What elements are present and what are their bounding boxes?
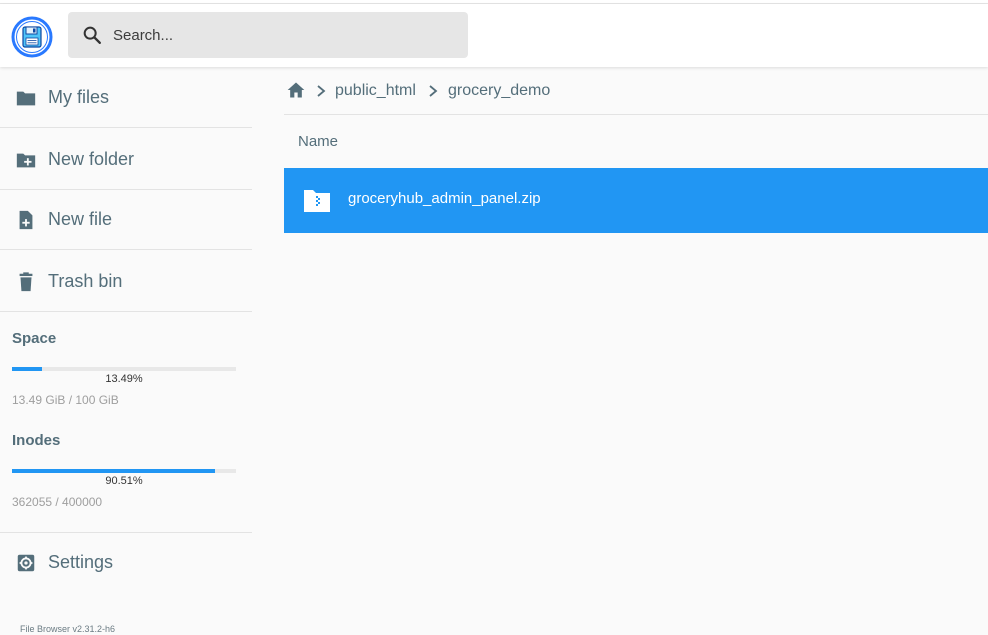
sidebar-item-label: Trash bin (48, 271, 123, 291)
search-icon (83, 26, 101, 44)
file-plus-icon (19, 210, 33, 230)
sidebar-item-label: My files (48, 87, 110, 107)
folder-plus-icon (16, 153, 36, 168)
breadcrumb-item-public-html[interactable]: public_html (335, 82, 416, 100)
version-label: File Browser v2.31.2-h6 (20, 624, 116, 634)
gear-icon (17, 554, 35, 572)
inodes-quota: Inodes 90.51% 362055 / 400000 (12, 432, 236, 509)
sidebar-item-trash-bin[interactable]: Trash bin (0, 252, 252, 312)
file-row-selected[interactable]: groceryhub_admin_panel.zip (284, 168, 988, 233)
chevron-right-icon (317, 85, 326, 97)
space-title: Space (12, 330, 57, 347)
space-progress-bar (12, 367, 236, 371)
sidebar-item-new-folder[interactable]: New folder (0, 130, 252, 190)
search-box[interactable] (68, 12, 468, 58)
space-usage: 13.49 GiB / 100 GiB (12, 393, 119, 407)
home-icon[interactable] (286, 80, 306, 100)
header-bar (0, 4, 988, 67)
chevron-right-icon (429, 85, 438, 97)
file-browser-logo-icon[interactable] (11, 16, 53, 58)
space-percent: 13.49% (105, 373, 143, 385)
sidebar: My files New folder New file Trash bin S… (0, 68, 252, 635)
breadcrumb: public_html grocery_demo (284, 68, 988, 115)
zip-folder-icon (304, 190, 330, 212)
sidebar-item-settings[interactable]: Settings (0, 533, 252, 593)
sidebar-item-label: New file (48, 209, 113, 229)
sidebar-item-label: New folder (48, 149, 135, 169)
inodes-progress-bar (12, 469, 236, 473)
breadcrumb-item-grocery-demo[interactable]: grocery_demo (448, 82, 550, 100)
file-name: groceryhub_admin_panel.zip (348, 190, 541, 207)
search-input[interactable] (111, 12, 456, 58)
folder-icon (16, 91, 36, 106)
space-quota: Space 13.49% 13.49 GiB / 100 GiB (12, 330, 236, 407)
sidebar-item-label: Settings (48, 552, 114, 572)
space-progress-fill (12, 367, 43, 371)
inodes-title: Inodes (12, 432, 61, 449)
sidebar-item-my-files[interactable]: My files (0, 68, 252, 128)
trash-icon (19, 272, 33, 292)
inodes-percent: 90.51% (105, 475, 143, 487)
inodes-progress-fill (12, 469, 215, 473)
sidebar-item-new-file[interactable]: New file (0, 190, 252, 250)
inodes-usage: 362055 / 400000 (12, 495, 103, 509)
column-header-name[interactable]: Name (298, 133, 338, 150)
